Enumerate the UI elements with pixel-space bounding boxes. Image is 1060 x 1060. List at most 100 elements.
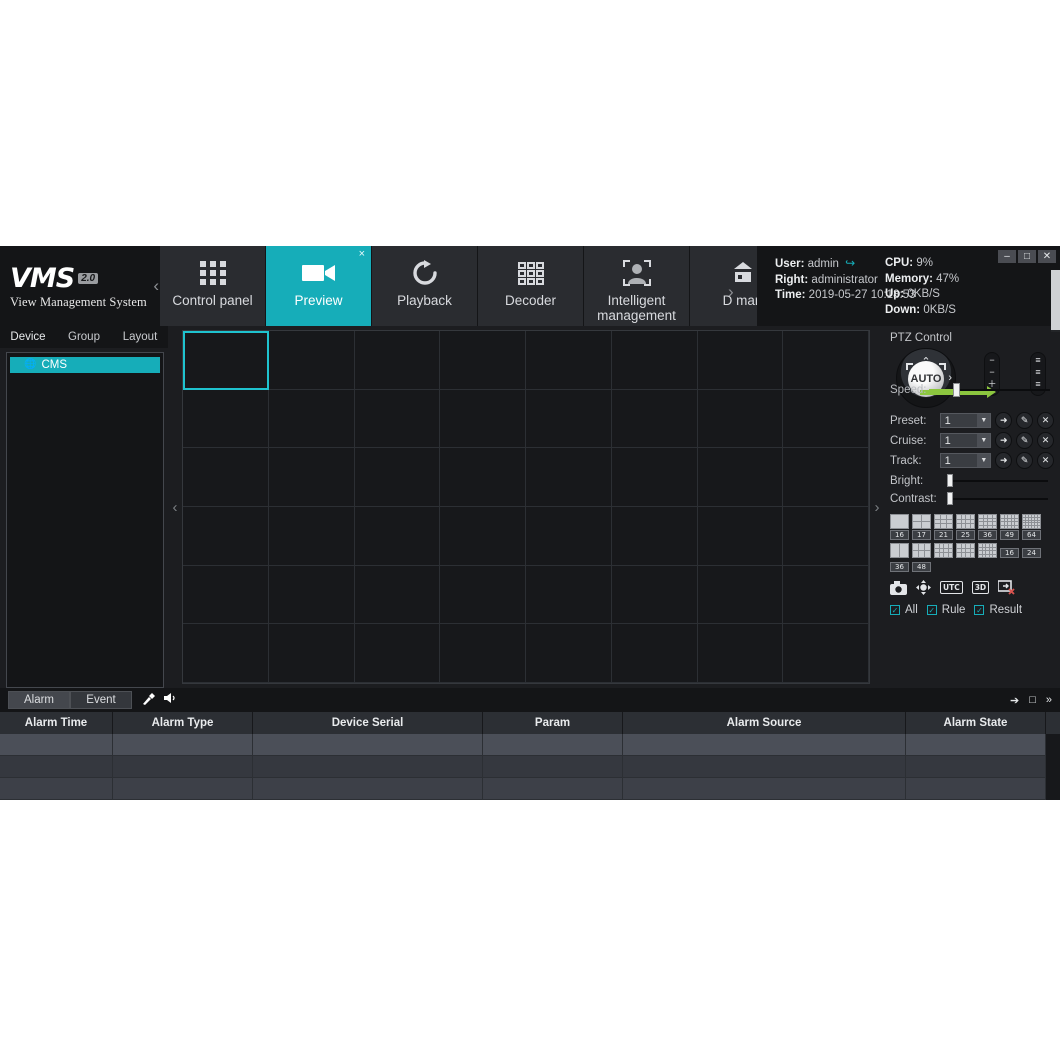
video-cell[interactable] <box>268 507 355 566</box>
snapshot-camera-icon[interactable] <box>890 580 907 595</box>
column-header-alarm-source[interactable]: Alarm Source <box>623 712 906 734</box>
checkbox-result[interactable]: ✓ <box>974 605 985 615</box>
left-collapse-handle[interactable]: ‹ <box>168 326 182 688</box>
sidebar-tab-layout[interactable]: Layout <box>112 326 168 348</box>
video-cell[interactable] <box>183 507 269 566</box>
ptz-pad-icon[interactable] <box>916 580 931 595</box>
chevron-down-icon[interactable]: ▼ <box>977 454 991 467</box>
video-cell[interactable] <box>354 448 441 507</box>
iris-mid-icon[interactable]: ≡ <box>1035 367 1040 378</box>
video-cell[interactable] <box>354 624 441 683</box>
sidebar-tab-device[interactable]: Device <box>0 326 56 348</box>
layout-button-36[interactable]: 36 <box>890 561 909 572</box>
video-cell[interactable] <box>440 565 526 625</box>
pin-icon[interactable]: ➔ <box>1010 694 1019 707</box>
track-delete-icon[interactable]: ✕ <box>1037 452 1055 469</box>
video-cell[interactable] <box>697 389 784 449</box>
close-button[interactable]: ✕ <box>1038 250 1056 263</box>
video-wall-grid[interactable] <box>182 330 870 684</box>
column-header-alarm-time[interactable]: Alarm Time <box>0 712 113 734</box>
chevron-down-icon[interactable]: ▼ <box>977 434 991 447</box>
nav-tab-preview[interactable]: × Preview <box>266 246 372 326</box>
cruise-select[interactable]: 1 ▼ <box>939 433 992 448</box>
video-cell[interactable] <box>440 331 526 390</box>
ptz-speed-slider[interactable] <box>929 383 1050 397</box>
video-cell[interactable] <box>611 507 698 566</box>
cruise-edit-icon[interactable]: ✎ <box>1016 432 1034 449</box>
video-cell[interactable] <box>783 624 869 683</box>
video-cell[interactable] <box>611 624 698 683</box>
video-cell[interactable] <box>783 448 869 507</box>
close-preview-icon[interactable] <box>998 580 1015 595</box>
column-header-device-serial[interactable]: Device Serial <box>253 712 483 734</box>
alarm-scrollbar-thumb[interactable] <box>1051 270 1060 330</box>
nav-tab-intelligent-management[interactable]: Intelligent management <box>584 246 690 326</box>
video-cell[interactable] <box>783 331 869 390</box>
video-cell[interactable] <box>611 565 698 625</box>
layout-button-4x3[interactable] <box>934 543 953 558</box>
nav-next-arrow-icon[interactable]: › <box>728 282 734 302</box>
right-collapse-handle[interactable]: › <box>870 326 884 688</box>
chevron-down-icon[interactable]: ▼ <box>977 414 991 427</box>
utc-icon[interactable]: UTC <box>940 581 963 594</box>
close-icon[interactable]: × <box>359 249 365 260</box>
video-cell[interactable] <box>611 331 698 390</box>
preset-select[interactable]: 1 ▼ <box>939 413 992 428</box>
video-cell[interactable] <box>783 507 869 566</box>
video-cell[interactable] <box>183 448 269 507</box>
nav-tab-control-panel[interactable]: Control panel <box>160 246 266 326</box>
video-cell[interactable] <box>440 624 526 683</box>
layout-button-21[interactable]: 21 <box>934 514 953 540</box>
preset-edit-icon[interactable]: ✎ <box>1016 412 1034 429</box>
layout-button-16[interactable]: 16 <box>1000 543 1019 558</box>
alarm-tab[interactable]: Alarm <box>8 691 70 709</box>
table-row[interactable] <box>0 756 1060 778</box>
video-cell[interactable] <box>697 624 784 683</box>
zoom-out-icon[interactable]: − <box>989 355 994 366</box>
nav-tab-decoder[interactable]: Decoder <box>478 246 584 326</box>
video-cell[interactable] <box>611 448 698 507</box>
cruise-goto-icon[interactable]: ➜ <box>995 432 1013 449</box>
sound-icon[interactable] <box>164 692 178 708</box>
video-cell[interactable] <box>526 331 612 390</box>
bright-slider[interactable] <box>947 474 1048 487</box>
video-cell[interactable] <box>697 448 784 507</box>
video-cell[interactable] <box>268 565 355 625</box>
video-cell[interactable] <box>526 389 612 449</box>
layout-button-64[interactable]: 64 <box>1022 514 1041 540</box>
joystick-right-arrow-icon[interactable]: › <box>948 372 952 384</box>
collapse-icon[interactable]: » <box>1046 694 1052 706</box>
minimize-button[interactable]: – <box>998 250 1016 263</box>
contrast-slider-thumb[interactable] <box>947 492 953 505</box>
focus-minus-icon[interactable]: − <box>989 367 994 378</box>
clear-broom-icon[interactable] <box>142 692 156 708</box>
layout-button-2x1[interactable] <box>890 543 909 558</box>
video-cell[interactable] <box>526 448 612 507</box>
maximize-button[interactable]: □ <box>1018 250 1036 263</box>
track-goto-icon[interactable]: ➜ <box>995 452 1013 469</box>
layout-button-24[interactable]: 24 <box>1022 543 1041 558</box>
video-cell[interactable] <box>354 331 441 390</box>
video-cell[interactable] <box>526 624 612 683</box>
video-cell[interactable] <box>183 331 269 390</box>
column-header-alarm-state[interactable]: Alarm State <box>906 712 1046 734</box>
video-cell[interactable] <box>268 448 355 507</box>
video-cell[interactable] <box>440 507 526 566</box>
preset-goto-icon[interactable]: ➜ <box>995 412 1013 429</box>
cruise-delete-icon[interactable]: ✕ <box>1037 432 1055 449</box>
layout-button-25[interactable]: 25 <box>956 514 975 540</box>
layout-button-17[interactable]: 17 <box>912 514 931 540</box>
tree-item-cms[interactable]: 🌐 CMS <box>10 357 160 373</box>
video-cell[interactable] <box>783 389 869 449</box>
layout-button-36[interactable]: 36 <box>978 514 997 540</box>
video-cell[interactable] <box>354 565 441 625</box>
video-cell[interactable] <box>268 624 355 683</box>
video-cell[interactable] <box>440 448 526 507</box>
column-header-alarm-type[interactable]: Alarm Type <box>113 712 253 734</box>
layout-button-48[interactable]: 48 <box>912 561 931 572</box>
nav-prev-arrow-icon[interactable]: ‹ <box>153 276 159 296</box>
maximize-icon[interactable]: □ <box>1029 694 1036 706</box>
iris-open-icon[interactable]: ≡ <box>1035 355 1040 366</box>
track-select[interactable]: 1 ▼ <box>939 453 992 468</box>
video-cell[interactable] <box>183 389 269 449</box>
